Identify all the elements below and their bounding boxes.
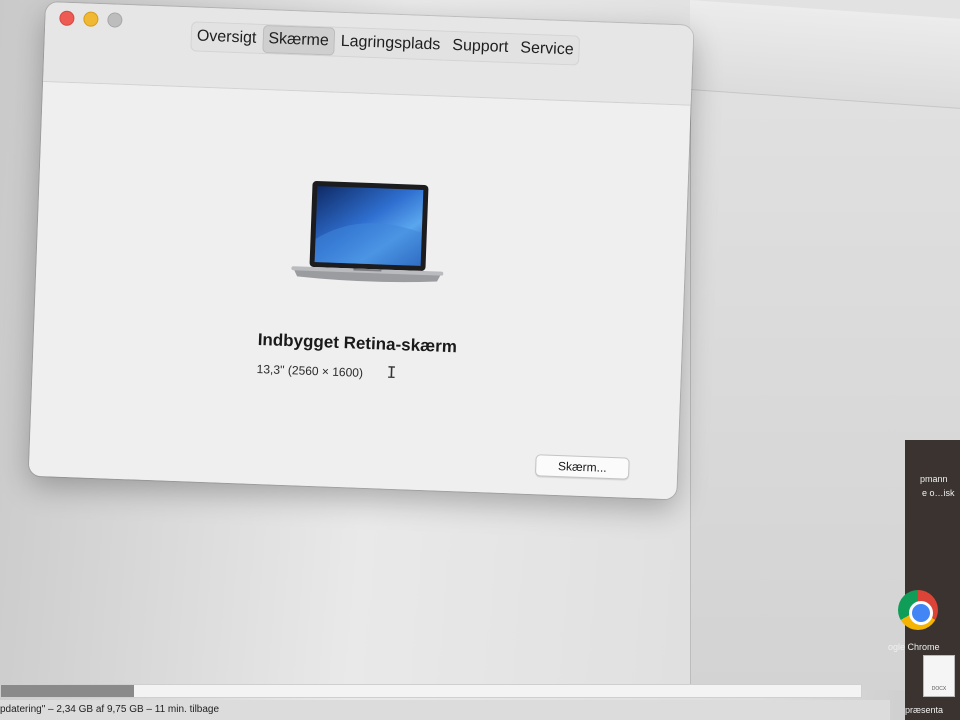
download-status-text: pdatering" – 2,34 GB af 9,75 GB – 11 min… (0, 704, 220, 715)
background-window-titlebar (690, 0, 960, 109)
text-cursor-icon: I (386, 362, 397, 383)
displays-pane: Indbygget Retina-skærm 13,3'' (2560 × 16… (28, 81, 691, 500)
display-spec: 13,3'' (2560 × 1600) (256, 361, 364, 380)
document-icon[interactable]: DOCX (923, 655, 955, 697)
download-progress-bar (0, 684, 862, 698)
zoom-button[interactable] (107, 12, 123, 28)
tab-overview[interactable]: Oversigt (190, 22, 263, 53)
close-button[interactable] (59, 10, 75, 27)
desktop-item-label: pmann (920, 474, 948, 484)
chrome-label: ogle Chrome (888, 642, 940, 652)
about-this-mac-window: Oversigt Skærme Lagringsplads Support Se… (28, 2, 694, 500)
display-name: Indbygget Retina-skærm (257, 329, 458, 357)
tab-storage[interactable]: Lagringsplads (334, 28, 447, 60)
tab-service[interactable]: Service (514, 34, 580, 64)
tab-support[interactable]: Support (446, 32, 515, 62)
document-badge: DOCX (931, 686, 947, 692)
document-label: præsenta (905, 705, 944, 715)
tab-bar: Oversigt Skærme Lagringsplads Support Se… (190, 21, 581, 66)
download-progress-fill (1, 685, 135, 697)
macbook-icon (291, 181, 444, 283)
display-settings-button[interactable]: Skærm... (534, 454, 630, 480)
desktop-item-label: e o…isk (922, 488, 955, 498)
chrome-icon[interactable] (898, 590, 938, 630)
tab-displays[interactable]: Skærme (261, 24, 336, 56)
minimize-button[interactable] (83, 11, 99, 27)
